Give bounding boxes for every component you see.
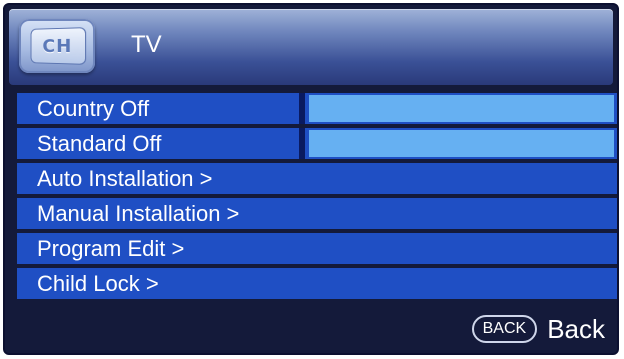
tv-menu-screen: CH TV Country Off Standard Off Auto Inst… <box>3 3 619 355</box>
channel-icon-text: CH <box>42 35 73 57</box>
menu-item-label: Child Lock > <box>37 271 159 296</box>
menu-footer: BACK Back <box>471 311 605 347</box>
back-button-label[interactable]: Back <box>547 314 605 344</box>
menu-item-child-lock[interactable]: Child Lock > <box>17 268 617 299</box>
menu-item-manual-installation[interactable]: Manual Installation > <box>17 198 617 229</box>
menu-item-label: Manual Installation > <box>37 201 240 226</box>
menu-item-auto-installation[interactable]: Auto Installation > <box>17 163 617 194</box>
menu-list: Country Off Standard Off Auto Installati… <box>17 93 617 303</box>
menu-header: CH TV <box>9 9 613 85</box>
menu-item-label: Program Edit > <box>37 236 185 261</box>
standard-value-box[interactable] <box>309 130 614 157</box>
menu-item-program-edit[interactable]: Program Edit > <box>17 233 617 264</box>
menu-item-country[interactable]: Country Off <box>17 93 617 124</box>
country-value-box[interactable] <box>309 95 614 122</box>
menu-item-standard[interactable]: Standard Off <box>17 128 617 159</box>
channel-icon: CH <box>19 19 95 73</box>
menu-item-label: Standard Off <box>17 128 305 159</box>
menu-item-label: Auto Installation > <box>37 166 213 191</box>
channel-icon-face: CH <box>30 27 87 65</box>
back-key-icon[interactable]: BACK <box>471 315 538 343</box>
menu-title: TV <box>131 31 162 58</box>
menu-item-label: Country Off <box>17 93 305 124</box>
